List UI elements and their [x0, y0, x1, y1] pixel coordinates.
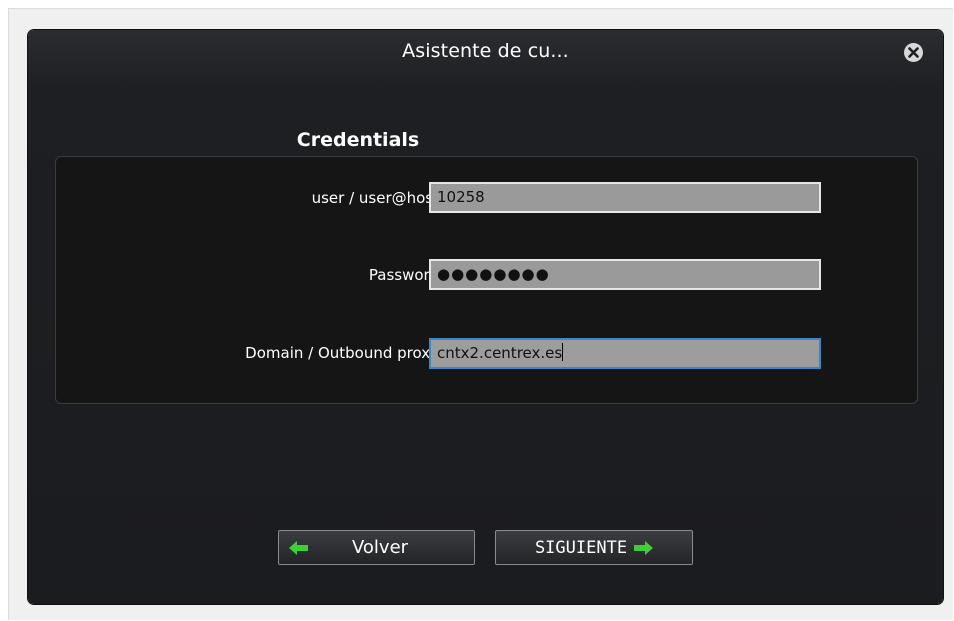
- domain-label: Domain / Outbound proxy: [245, 344, 439, 362]
- arrow-left-icon: [289, 540, 308, 555]
- arrow-right-icon: [634, 540, 654, 555]
- back-button-label: Volver: [352, 537, 409, 558]
- text-caret: [562, 343, 564, 361]
- user-input[interactable]: 10258: [429, 182, 821, 213]
- next-button[interactable]: SIGUIENTE: [495, 530, 693, 565]
- section-title: Credentials: [296, 129, 420, 151]
- domain-input[interactable]: cntx2.centrex.es: [429, 338, 821, 369]
- credentials-panel: user / user@host 10258 Password ●●●●●●●●…: [55, 156, 918, 404]
- next-button-label: SIGUIENTE: [534, 537, 628, 558]
- dialog-title: Asistente de cu...: [402, 40, 569, 62]
- user-input-value: 10258: [437, 188, 485, 206]
- back-button[interactable]: Volver: [278, 530, 475, 565]
- password-input[interactable]: ●●●●●●●●: [429, 259, 821, 290]
- password-input-value: ●●●●●●●●: [437, 265, 550, 283]
- domain-input-value: cntx2.centrex.es: [437, 344, 563, 362]
- user-label: user / user@host: [311, 189, 439, 207]
- close-icon: [908, 47, 919, 58]
- close-button[interactable]: [904, 43, 923, 62]
- account-wizard-dialog: Asistente de cu... Credentials user / us…: [28, 30, 943, 604]
